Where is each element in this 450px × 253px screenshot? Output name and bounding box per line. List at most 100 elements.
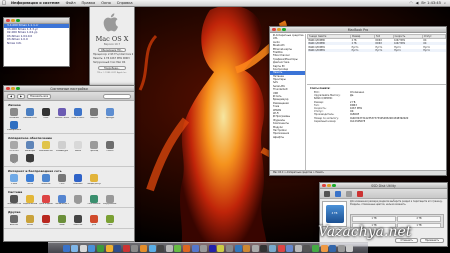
close-icon[interactable]	[6, 86, 10, 91]
pref-pane[interactable]: Dock	[40, 108, 52, 119]
pref-pane[interactable]: Звук	[8, 153, 20, 164]
minimize-icon[interactable]	[11, 18, 15, 23]
pref-pane[interactable]: Трекпад	[88, 141, 100, 152]
dock-app-icon[interactable]	[62, 244, 70, 252]
pref-pane[interactable]: Почта	[24, 174, 36, 185]
dock-app-icon[interactable]	[183, 244, 191, 252]
partition-block[interactable]: 1 TB	[352, 216, 396, 222]
pref-pane[interactable]: Time Machine	[87, 194, 101, 205]
pref-pane[interactable]: Bluetooth	[72, 174, 84, 185]
zoom-icon[interactable]	[16, 18, 20, 23]
dock-app-icon[interactable]	[311, 244, 319, 252]
dock-app-icon[interactable]	[294, 244, 302, 252]
forward-button[interactable]: ▶	[17, 93, 25, 99]
pref-pane[interactable]: Загрузочный том	[103, 194, 117, 205]
pref-pane[interactable]: Perian	[24, 215, 36, 226]
info-icon[interactable]	[335, 190, 341, 197]
pref-pane[interactable]: CD и DVD	[8, 141, 20, 152]
close-icon[interactable]	[322, 183, 326, 188]
pref-pane[interactable]: Mission Control	[55, 108, 69, 119]
pref-pane[interactable]: Универсальный доступ	[7, 120, 21, 131]
back-button[interactable]: ◀	[7, 93, 15, 99]
profiler-titlebar[interactable]: MacBook Pro	[270, 27, 446, 33]
dock-app-icon[interactable]	[148, 244, 156, 252]
stop-icon[interactable]	[357, 190, 363, 197]
pref-pane[interactable]: Archives	[8, 215, 20, 226]
pref-pane[interactable]: iCloud	[8, 174, 20, 185]
pref-pane[interactable]: Дата и время	[39, 194, 53, 205]
pref-pane[interactable]: MacFUSE	[72, 215, 84, 226]
pref-pane[interactable]: Xbox	[104, 215, 116, 226]
minimize-icon[interactable]	[277, 27, 281, 32]
eject-icon[interactable]	[346, 190, 352, 197]
pref-pane[interactable]: Мышь	[72, 141, 84, 152]
close-icon[interactable]	[272, 27, 276, 32]
pref-pane[interactable]: Основные	[8, 108, 20, 119]
pref-pane[interactable]: Клавиатура	[56, 141, 68, 152]
zoom-icon[interactable]	[16, 86, 20, 91]
prefs-titlebar[interactable]: Системные настройки	[4, 86, 134, 92]
pref-pane[interactable]: MobileMe	[40, 174, 52, 185]
dock-app-icon[interactable]	[286, 244, 294, 252]
dock-app-icon[interactable]	[260, 244, 268, 252]
pref-pane[interactable]: Общий доступ	[87, 174, 101, 185]
minimize-icon[interactable]	[11, 86, 15, 91]
dock-app-icon[interactable]	[88, 244, 96, 252]
pref-pane[interactable]: Spotlight	[104, 108, 116, 119]
dock-app-icon[interactable]	[200, 244, 208, 252]
dock-app-icon[interactable]	[157, 244, 165, 252]
dock-app-icon[interactable]	[337, 244, 345, 252]
pref-pane[interactable]: Защита	[88, 108, 100, 119]
pref-pane[interactable]: Обновление ПО	[55, 194, 69, 205]
pref-pane[interactable]: Печать	[104, 141, 116, 152]
dock-app-icon[interactable]	[105, 244, 113, 252]
dock-app-icon[interactable]	[225, 244, 233, 252]
menu-edit[interactable]: Правка	[79, 1, 99, 5]
menu-window[interactable]: Окно	[98, 1, 114, 5]
volume-icon[interactable]: ◀	[416, 1, 419, 5]
apple-menu-icon[interactable]: 	[0, 0, 8, 6]
dock-app-icon[interactable]	[346, 244, 354, 252]
menu-app-name[interactable]: Информация о системе	[8, 1, 63, 5]
pref-pane[interactable]: Growl	[56, 215, 68, 226]
dock-app-icon[interactable]	[71, 244, 79, 252]
finder-titlebar[interactable]	[4, 18, 69, 24]
wifi-icon[interactable]: ◠	[410, 1, 413, 5]
pref-pane[interactable]: Речь	[72, 194, 84, 205]
menu-file[interactable]: Файл	[63, 1, 79, 5]
dock-app-icon[interactable]	[174, 244, 182, 252]
disk-label[interactable]: 4 TB	[325, 205, 344, 223]
dock-app-icon[interactable]	[140, 244, 148, 252]
menu-clock[interactable]: Вт 1:43:45	[421, 1, 441, 5]
search-input[interactable]	[103, 93, 131, 99]
dock-app-icon[interactable]	[234, 244, 242, 252]
pref-pane[interactable]: Родительский контроль	[23, 194, 37, 205]
dock-app-icon[interactable]	[277, 244, 285, 252]
dock-app-icon[interactable]	[97, 244, 105, 252]
dock-app-icon[interactable]	[79, 244, 87, 252]
dock-app-icon[interactable]	[131, 244, 139, 252]
dock-app-icon[interactable]	[243, 244, 251, 252]
zoom-icon[interactable]	[332, 183, 336, 188]
close-icon[interactable]	[6, 18, 10, 23]
dock-app-icon[interactable]	[329, 244, 337, 252]
pref-pane[interactable]: Рабочий стол	[23, 108, 37, 119]
dock-app-icon[interactable]	[208, 244, 216, 252]
pref-pane[interactable]: Экономия энергии	[39, 141, 53, 152]
dock-app-icon[interactable]	[114, 244, 122, 252]
dock-app-icon[interactable]	[303, 244, 311, 252]
apply-button[interactable]: Применить	[419, 238, 444, 243]
pref-pane[interactable]: Flash	[40, 215, 52, 226]
dock-app-icon[interactable]	[320, 244, 328, 252]
partition-block[interactable]: 2 TB	[397, 216, 441, 222]
menu-help[interactable]: Справка	[114, 1, 136, 5]
pref-pane[interactable]: Ink	[24, 153, 36, 164]
list-item[interactable]: Nmax Info	[4, 42, 69, 46]
raid-titlebar[interactable]: SSD Disk Utility	[320, 183, 447, 189]
zoom-icon[interactable]	[282, 27, 286, 32]
pref-pane[interactable]: Пользователи	[7, 194, 21, 205]
sidebar-item[interactable]: Шрифты	[270, 136, 305, 139]
spotlight-icon[interactable]: ⌕	[444, 1, 446, 5]
table-row[interactable]: BANK 1/DIMM1 Пусто Пусто Пусто Пусто	[307, 48, 446, 53]
pref-pane[interactable]: Java	[88, 215, 100, 226]
